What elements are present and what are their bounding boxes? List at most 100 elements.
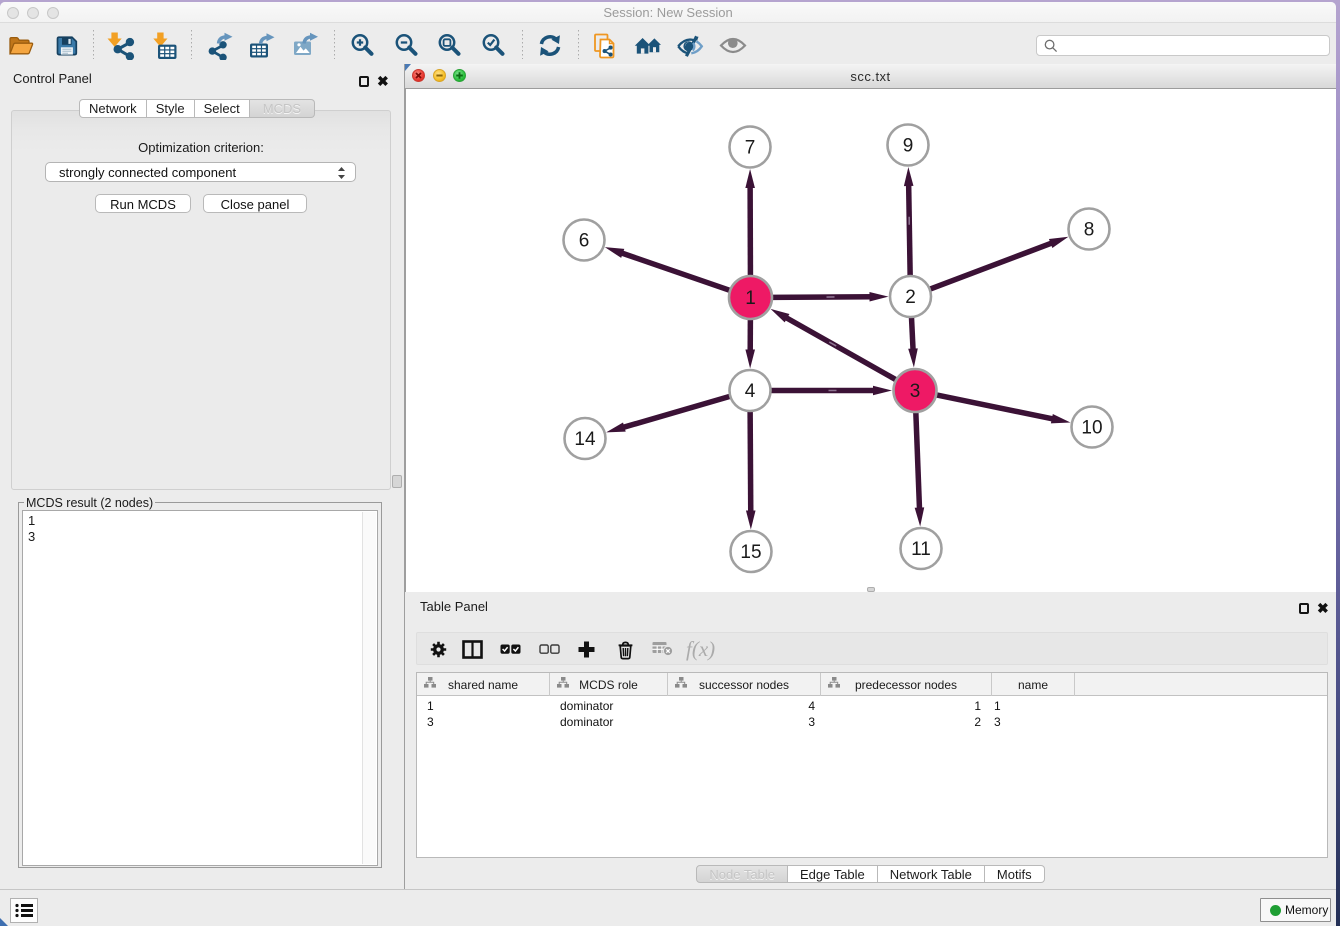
export-network-button[interactable] [206, 32, 234, 60]
edge-4-14[interactable] [620, 396, 730, 428]
table-tab-edge-table[interactable]: Edge Table [788, 865, 878, 883]
copy-style-button[interactable] [591, 32, 619, 60]
show-all-button[interactable] [719, 32, 747, 60]
node-label-8: 8 [1084, 220, 1095, 241]
app-window: Session: New Session [0, 2, 1336, 926]
zoom-selected-button[interactable] [480, 32, 508, 60]
optimization-criterion-label: Optimization criterion: [12, 140, 390, 155]
task-history-button[interactable] [10, 898, 38, 923]
cell-MCDS-role: dominator [560, 715, 668, 729]
deselect-all-button[interactable] [539, 640, 560, 659]
table-row-3[interactable]: 3dominator323 [417, 714, 1327, 730]
table-tab-node-table[interactable]: Node Table [696, 865, 788, 883]
splitter-grip-vertical[interactable] [392, 475, 402, 488]
arrowhead-4-14 [606, 422, 626, 432]
close-panel-button[interactable]: Close panel [203, 194, 307, 213]
node-label-7: 7 [745, 138, 756, 159]
toolbar-separator [334, 30, 335, 59]
mcds-result-textarea[interactable]: 13 [22, 510, 378, 866]
edge-3-11[interactable] [916, 412, 920, 512]
delete-column-button[interactable] [616, 640, 635, 660]
table-tab-motifs[interactable]: Motifs [985, 865, 1045, 883]
zoom-out-button[interactable] [393, 32, 421, 60]
network-canvas[interactable]: 7968124314101511 [406, 89, 1336, 592]
memory-status-dot [1270, 905, 1281, 916]
hide-selected-button[interactable] [676, 32, 704, 60]
arrowhead-1-6 [605, 247, 625, 258]
attribute-tree-icon [828, 677, 840, 688]
node-label-9: 9 [903, 136, 914, 157]
network-view-window: scc.txt 7968124314101511 [405, 64, 1336, 594]
import-network-button[interactable] [107, 32, 135, 60]
cell-predecessor-nodes: 2 [821, 715, 981, 729]
memory-label: Memory [1285, 903, 1328, 917]
refresh-icon [536, 32, 564, 60]
settings-gear-button[interactable] [429, 640, 448, 659]
column-header-successor-nodes[interactable]: successor nodes [668, 673, 821, 696]
network-window-titlebar: scc.txt [405, 64, 1336, 89]
import-table-button[interactable] [151, 32, 179, 60]
table-tab-network-table[interactable]: Network Table [878, 865, 985, 883]
tab-select[interactable]: Select [195, 99, 250, 118]
zoom-fit-button[interactable] [436, 32, 464, 60]
home-layout-button[interactable] [634, 32, 662, 60]
export-image-button[interactable] [291, 32, 319, 60]
delete-column-icon [616, 640, 635, 660]
tab-mcds[interactable]: MCDS [250, 99, 315, 118]
result-scrollbar[interactable] [362, 512, 376, 864]
tab-network[interactable]: Network [79, 99, 147, 118]
run-mcds-button[interactable]: Run MCDS [95, 194, 191, 213]
table-panel-title: Table Panel [420, 599, 488, 614]
search-input[interactable] [1036, 35, 1330, 56]
select-all-button[interactable] [500, 640, 521, 659]
column-header-predecessor-nodes[interactable]: predecessor nodes [821, 673, 992, 696]
cell-successor-nodes: 3 [668, 715, 815, 729]
save-session-icon [53, 32, 81, 60]
column-header-shared-name[interactable]: shared name [417, 673, 550, 696]
refresh-button[interactable] [536, 32, 564, 60]
table-row-1[interactable]: 1dominator411 [417, 698, 1327, 714]
node-label-15: 15 [740, 542, 761, 563]
add-column-button[interactable] [577, 640, 596, 659]
table-panel-float-button[interactable] [1299, 603, 1309, 614]
export-table-button[interactable] [248, 32, 276, 60]
result-line: 1 [23, 513, 377, 529]
memory-button[interactable]: Memory [1260, 898, 1331, 922]
arrowhead-2-9 [904, 167, 914, 186]
select-all-icon [500, 640, 521, 659]
open-session-button[interactable] [7, 32, 35, 60]
zoom-out-icon [393, 32, 421, 60]
control-panel-float-button[interactable] [359, 76, 369, 87]
edge-2-9[interactable] [909, 181, 911, 276]
edge-3-1[interactable] [783, 316, 896, 380]
node-label-14: 14 [574, 429, 596, 450]
column-header-name[interactable]: name [992, 673, 1075, 696]
settings-gear-icon [429, 640, 448, 659]
column-header-MCDS-role[interactable]: MCDS role [550, 673, 668, 696]
attribute-tree-icon [675, 677, 687, 688]
table-panel-close-button[interactable]: ✖ [1317, 603, 1329, 614]
edge-1-2[interactable] [772, 297, 874, 298]
window-title: Session: New Session [0, 5, 1336, 20]
tab-style[interactable]: Style [147, 99, 195, 118]
open-session-icon [7, 32, 35, 60]
node-label-11: 11 [911, 539, 931, 560]
edge-2-3[interactable] [912, 317, 914, 353]
cell-name: 1 [994, 699, 1067, 713]
edge-3-10[interactable] [937, 395, 1057, 420]
control-panel-close-button[interactable]: ✖ [377, 76, 389, 87]
import-network-icon [107, 32, 135, 60]
column-header-label: MCDS role [579, 678, 638, 692]
hide-selected-icon [676, 32, 704, 60]
edge-1-6[interactable] [618, 252, 730, 291]
zoom-in-button[interactable] [349, 32, 377, 60]
task-list-icon [15, 903, 33, 918]
export-image-icon [291, 32, 319, 60]
edge-2-8[interactable] [930, 242, 1055, 289]
deselect-all-icon [539, 640, 560, 659]
split-columns-button[interactable] [462, 640, 483, 659]
edge-4-15[interactable] [750, 411, 751, 515]
save-session-button[interactable] [53, 32, 81, 60]
show-all-icon [719, 32, 747, 60]
criterion-dropdown[interactable]: strongly connected component [45, 162, 356, 182]
